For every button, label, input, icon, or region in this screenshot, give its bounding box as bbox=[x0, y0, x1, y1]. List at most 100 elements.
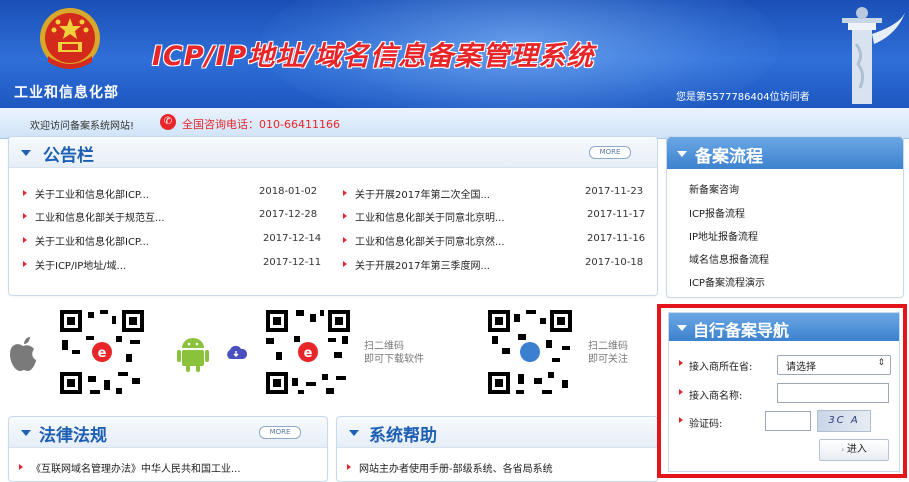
laws-header: 法律法规 MORE bbox=[9, 417, 327, 448]
announcement-item-title[interactable]: 工业和信息化部关于同意北京然... bbox=[355, 233, 505, 248]
apple-icon[interactable] bbox=[8, 336, 38, 372]
announcement-item-title[interactable]: 关于开展2017年第二次全国... bbox=[355, 186, 490, 201]
announcement-item-date: 2017-12-28 bbox=[259, 209, 318, 220]
announcement-item-title[interactable]: 关于工业和信息化部ICP... bbox=[35, 233, 149, 248]
flow-item-ip[interactable]: IP地址报备流程 bbox=[689, 228, 758, 243]
announcement-header: 公告栏 MORE bbox=[9, 137, 657, 168]
follow-qr-line1: 扫二维码 bbox=[588, 341, 628, 352]
download-qr-code-icon: e bbox=[262, 306, 354, 398]
welcome-text: 欢迎访问备案系统网站! bbox=[30, 121, 135, 132]
announcement-item[interactable]: 关于工业和信息化部ICP... 2017-12-14 bbox=[23, 232, 329, 252]
download-qr-line1: 扫二维码 bbox=[364, 341, 404, 352]
help-panel: 系统帮助 网站主办者使用手册-部级系统、各省局系统 bbox=[336, 416, 658, 482]
bullet-arrow-icon bbox=[343, 190, 347, 196]
phone-icon: ✆ bbox=[160, 114, 176, 130]
svg-text:e: e bbox=[98, 346, 107, 361]
captcha-image[interactable]: 3C A bbox=[817, 410, 871, 432]
announcement-item-date: 2017-11-23 bbox=[585, 186, 644, 197]
collapse-triangle-icon[interactable] bbox=[21, 430, 31, 436]
self-filing-nav-panel: 自行备案导航 接入商所在省: 请选择 ⇕ 接入商名称: 验证码: 3C A › … bbox=[668, 312, 900, 472]
province-label: 接入商所在省: bbox=[689, 362, 753, 373]
collapse-triangle-icon[interactable] bbox=[21, 150, 31, 156]
download-qr-caption: 扫二维码 即可下载软件 bbox=[364, 340, 424, 366]
info-bar: 欢迎访问备案系统网站! ✆ 全国咨询电话：010-66411166 bbox=[0, 108, 909, 139]
captcha-input[interactable] bbox=[765, 411, 811, 431]
site-header: 工业和信息化部 ICP/IP地址/域名信息备案管理系统 您是第557778640… bbox=[0, 0, 909, 108]
announcement-item[interactable]: 关于开展2017年第三季度网... 2017-10-18 bbox=[343, 256, 649, 276]
announcement-item[interactable]: 关于工业和信息化部ICP... 2018-01-02 bbox=[23, 185, 329, 205]
bullet-arrow-icon bbox=[23, 190, 27, 196]
follow-qr-caption: 扫二维码 即可关注 bbox=[588, 340, 628, 366]
announcement-item[interactable]: 工业和信息化部关于同意北京明... 2017-11-17 bbox=[343, 208, 649, 228]
flow-item-icp[interactable]: ICP报备流程 bbox=[689, 205, 745, 220]
flow-item-demo[interactable]: ICP备案流程演示 bbox=[689, 274, 765, 289]
filing-flow-header: 备案流程 bbox=[667, 137, 903, 169]
flow-item-domain[interactable]: 域名信息报备流程 bbox=[689, 251, 769, 266]
bullet-arrow-icon bbox=[347, 464, 351, 470]
announcement-item[interactable]: 工业和信息化部关于同意北京然... 2017-11-16 bbox=[343, 232, 649, 252]
enter-button-label: 进入 bbox=[846, 444, 867, 455]
svg-text:e: e bbox=[304, 346, 313, 361]
android-icon[interactable] bbox=[176, 334, 210, 372]
system-title: ICP/IP地址/域名信息备案管理系统 bbox=[152, 41, 595, 72]
announcement-item-title[interactable]: 工业和信息化部关于同意北京明... bbox=[355, 209, 505, 224]
follow-qr-line2: 即可关注 bbox=[588, 354, 628, 365]
announcement-item-date: 2018-01-02 bbox=[259, 186, 318, 197]
isp-name-label: 接入商名称: bbox=[689, 391, 743, 402]
national-emblem-icon bbox=[40, 8, 100, 69]
laws-item[interactable]: 《互联网域名管理办法》中华人民共和国工业... bbox=[19, 459, 319, 479]
province-select[interactable]: 请选择 ⇕ bbox=[777, 355, 891, 375]
announcement-item-date: 2017-12-11 bbox=[263, 257, 322, 268]
laws-item-title[interactable]: 《互联网域名管理办法》中华人民共和国工业... bbox=[31, 460, 241, 475]
bullet-arrow-icon bbox=[679, 360, 683, 366]
help-item-title[interactable]: 网站主办者使用手册-部级系统、各省局系统 bbox=[359, 460, 553, 475]
visitor-counter: 您是第5577786404位访问者 bbox=[676, 92, 810, 103]
announcement-item-title[interactable]: 关于ICP/IP地址/域... bbox=[35, 257, 126, 272]
qr-code-icon: e bbox=[56, 306, 148, 398]
announcement-item[interactable]: 工业和信息化部关于规范互... 2017-12-28 bbox=[23, 208, 329, 228]
bullet-arrow-icon bbox=[23, 237, 27, 243]
province-select-value: 请选择 bbox=[786, 362, 816, 373]
announcement-item[interactable]: 关于ICP/IP地址/域... 2017-12-11 bbox=[23, 256, 329, 276]
updown-arrow-icon: ⇕ bbox=[877, 358, 885, 368]
announcement-item-title[interactable]: 工业和信息化部关于规范互... bbox=[35, 209, 165, 224]
wechat-qr-code-icon bbox=[484, 306, 576, 398]
announcement-item[interactable]: 关于开展2017年第二次全国... 2017-11-23 bbox=[343, 185, 649, 205]
enter-button[interactable]: › 进入 bbox=[819, 439, 889, 461]
announcement-panel: 公告栏 MORE 关于工业和信息化部ICP... 2018-01-02 工业和信… bbox=[8, 136, 658, 296]
self-filing-nav-title: 自行备案导航 bbox=[693, 321, 790, 340]
announcement-item-date: 2017-11-17 bbox=[587, 209, 646, 220]
self-filing-nav-header: 自行备案导航 bbox=[669, 313, 899, 341]
download-qr-line2: 即可下载软件 bbox=[364, 354, 424, 365]
collapse-triangle-icon[interactable] bbox=[677, 151, 687, 157]
help-title: 系统帮助 bbox=[369, 426, 437, 446]
help-header: 系统帮助 bbox=[337, 417, 657, 448]
isp-name-input[interactable] bbox=[777, 383, 889, 403]
filing-flow-panel: 备案流程 新备案咨询 ICP报备流程 IP地址报备流程 域名信息报备流程 ICP… bbox=[666, 136, 904, 298]
bullet-arrow-icon bbox=[343, 261, 347, 267]
announcement-item-title[interactable]: 关于工业和信息化部ICP... bbox=[35, 186, 149, 201]
bullet-arrow-icon bbox=[19, 464, 23, 470]
bullet-arrow-icon bbox=[343, 237, 347, 243]
announcement-item-title[interactable]: 关于开展2017年第三季度网... bbox=[355, 257, 490, 272]
laws-title: 法律法规 bbox=[39, 426, 107, 446]
announcement-item-date: 2017-10-18 bbox=[585, 257, 644, 268]
bullet-arrow-icon bbox=[679, 389, 683, 395]
bullet-arrow-icon bbox=[343, 213, 347, 219]
collapse-triangle-icon[interactable] bbox=[349, 430, 359, 436]
bullet-arrow-icon bbox=[679, 417, 683, 423]
laws-more-button[interactable]: MORE bbox=[259, 426, 301, 439]
help-item[interactable]: 网站主办者使用手册-部级系统、各省局系统 bbox=[347, 459, 647, 479]
announcement-item-date: 2017-11-16 bbox=[587, 233, 646, 244]
filing-flow-title: 备案流程 bbox=[695, 147, 763, 167]
bullet-arrow-icon bbox=[23, 261, 27, 267]
hotline-text: 全国咨询电话：010-66411166 bbox=[182, 118, 340, 131]
announcement-title: 公告栏 bbox=[43, 146, 94, 166]
announcement-more-button[interactable]: MORE bbox=[589, 146, 631, 159]
captcha-label: 验证码: bbox=[689, 419, 723, 430]
announcement-item-date: 2017-12-14 bbox=[263, 233, 322, 244]
flow-item-new-consult[interactable]: 新备案咨询 bbox=[689, 181, 739, 196]
cloud-download-icon[interactable] bbox=[224, 344, 248, 360]
laws-panel: 法律法规 MORE 《互联网域名管理办法》中华人民共和国工业... bbox=[8, 416, 328, 482]
collapse-triangle-icon[interactable] bbox=[677, 325, 687, 331]
